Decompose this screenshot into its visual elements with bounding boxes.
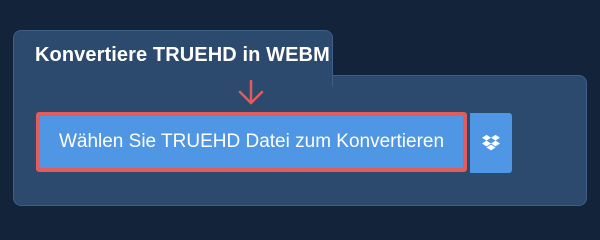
choose-file-label: Wählen Sie TRUEHD Datei zum Konvertieren [58, 131, 445, 152]
choose-file-button[interactable]: Wählen Sie TRUEHD Datei zum Konvertieren [36, 112, 467, 172]
tab-title: Konvertiere TRUEHD in WEBM [35, 44, 330, 66]
tab-panel-joint [14, 74, 332, 77]
dropbox-icon [482, 134, 500, 151]
down-arrow-icon [238, 79, 264, 105]
dropbox-button[interactable] [470, 113, 512, 173]
